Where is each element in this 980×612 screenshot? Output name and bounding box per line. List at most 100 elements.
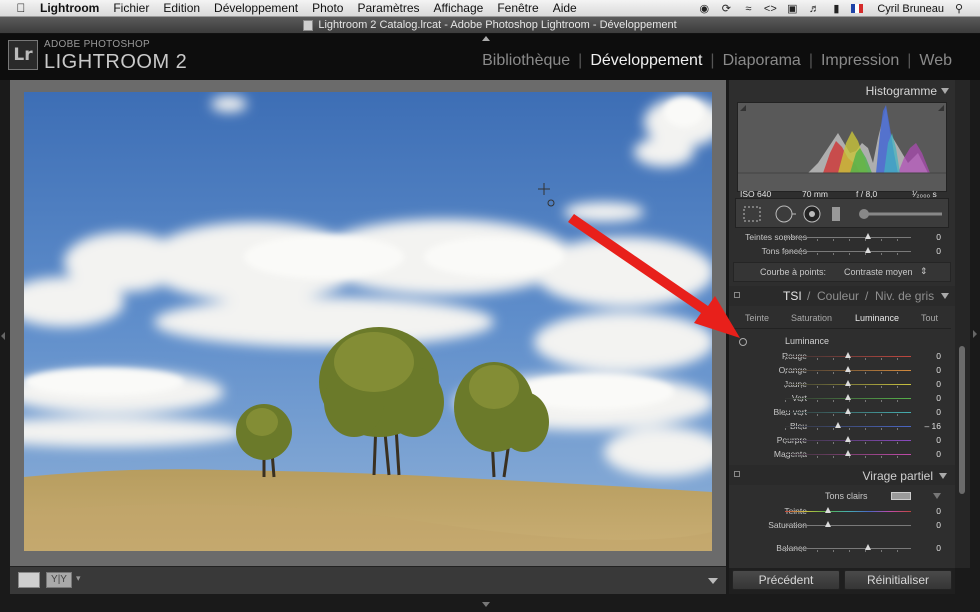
- slider-value[interactable]: 0: [911, 246, 941, 256]
- slider-value[interactable]: 0: [911, 435, 941, 445]
- menu-affichage[interactable]: Affichage: [434, 1, 484, 15]
- adjustment-brush-icon[interactable]: [859, 209, 942, 219]
- slider-knob[interactable]: [834, 422, 841, 428]
- reset-button[interactable]: Réinitialiser: [844, 570, 952, 590]
- before-after-dropdown-icon[interactable]: ▾: [76, 573, 81, 584]
- menu-photo[interactable]: Photo: [312, 1, 343, 15]
- histogram-header[interactable]: Histogramme: [729, 82, 955, 100]
- module-diaporama[interactable]: Diaporama: [715, 52, 809, 70]
- slider-knob[interactable]: [865, 247, 871, 253]
- slider-value[interactable]: 0: [911, 351, 941, 361]
- menu-fichier[interactable]: Fichier: [113, 1, 149, 15]
- slider-track[interactable]: [785, 426, 911, 427]
- menu-aide[interactable]: Aide: [553, 1, 577, 15]
- dropdown-arrows-icon[interactable]: ⇕: [920, 266, 928, 277]
- slider-track[interactable]: [785, 511, 911, 512]
- slider-teintes-sombres[interactable]: Teintes sombres 0: [729, 230, 955, 244]
- apple-icon[interactable]: : [14, 1, 28, 15]
- top-panel-toggle-icon[interactable]: [482, 36, 490, 41]
- module-bibliotheque[interactable]: Bibliothèque: [474, 52, 578, 70]
- luminance-slider-row[interactable]: Pourpre0: [729, 433, 955, 447]
- panel-toggle-icon[interactable]: [734, 471, 740, 477]
- slider-knob[interactable]: [845, 450, 851, 456]
- slider-knob[interactable]: [865, 233, 871, 239]
- menu-edition[interactable]: Edition: [163, 1, 200, 15]
- slider-value[interactable]: 0: [911, 379, 941, 389]
- slider-value[interactable]: 0: [911, 506, 941, 516]
- loupe-view-button[interactable]: [18, 572, 40, 588]
- slider-knob[interactable]: [845, 436, 851, 442]
- before-after-button[interactable]: Y|Y: [46, 572, 72, 588]
- spotlight-icon[interactable]: ⚲: [952, 3, 966, 15]
- menu-fenetre[interactable]: Fenêtre: [497, 1, 538, 15]
- slider-value[interactable]: 0: [911, 449, 941, 459]
- slider-knob[interactable]: [825, 507, 831, 513]
- slider-track[interactable]: [785, 525, 911, 526]
- filmstrip-toggle-icon[interactable]: [482, 602, 490, 607]
- split-toning-header[interactable]: Virage partiel: [729, 465, 955, 485]
- photo-preview[interactable]: [24, 92, 712, 551]
- scrollbar-thumb[interactable]: [959, 346, 965, 494]
- slider-value[interactable]: 0: [911, 393, 941, 403]
- slider-knob[interactable]: [845, 380, 851, 386]
- slider-value[interactable]: 0: [911, 543, 941, 553]
- slider-track[interactable]: [785, 251, 911, 252]
- luminance-slider-row[interactable]: Magenta0: [729, 447, 955, 461]
- slider-track[interactable]: [785, 237, 911, 238]
- slider-value[interactable]: 0: [911, 520, 941, 530]
- battery-icon[interactable]: ▮: [829, 3, 843, 15]
- code-icon[interactable]: <>: [763, 3, 777, 15]
- slider-knob[interactable]: [845, 408, 851, 414]
- subtab-saturation[interactable]: Saturation: [791, 313, 832, 323]
- luminance-slider-row[interactable]: Orange0: [729, 363, 955, 377]
- slider-split-saturation[interactable]: Saturation 0: [729, 518, 955, 532]
- luminance-slider-row[interactable]: Vert0: [729, 391, 955, 405]
- left-panel-toggle-icon[interactable]: [1, 332, 5, 340]
- slider-split-teinte[interactable]: Teinte 0: [729, 504, 955, 518]
- slider-value[interactable]: 0: [911, 365, 941, 375]
- camera-icon[interactable]: ◉: [697, 3, 711, 15]
- tab-tsi[interactable]: TSI: [783, 289, 802, 303]
- slider-tons-fonces[interactable]: Tons foncés 0: [729, 244, 955, 258]
- tab-couleur[interactable]: Couleur: [817, 289, 859, 303]
- subtab-tout[interactable]: Tout: [921, 313, 938, 323]
- collapse-icon[interactable]: [939, 473, 947, 479]
- right-panel-scrollbar[interactable]: [955, 80, 970, 568]
- slider-balance[interactable]: Balance 0: [729, 541, 955, 555]
- volume-icon[interactable]: ♬: [807, 3, 821, 15]
- highlights-color-swatch[interactable]: [891, 492, 911, 500]
- slider-value[interactable]: 0: [911, 407, 941, 417]
- panel-toggle-icon[interactable]: [734, 292, 740, 298]
- slider-knob[interactable]: [825, 521, 831, 527]
- histogram[interactable]: ISO 640 70 mm f / 8,0 ¹⁄₂₀₀₀ s: [737, 102, 947, 199]
- graduated-filter-icon[interactable]: [832, 207, 840, 221]
- wifi-icon[interactable]: ≈: [741, 3, 755, 15]
- luminance-slider-row[interactable]: Bleu vert0: [729, 405, 955, 419]
- menu-lightroom[interactable]: Lightroom: [40, 1, 99, 15]
- module-web[interactable]: Web: [911, 52, 960, 70]
- menu-parametres[interactable]: Paramètres: [357, 1, 419, 15]
- flag-icon[interactable]: [851, 4, 864, 13]
- subtab-teinte[interactable]: Teinte: [745, 313, 769, 323]
- user-name[interactable]: Cyril Bruneau: [877, 3, 944, 15]
- right-panel-toggle-icon[interactable]: [973, 330, 977, 338]
- slider-knob[interactable]: [865, 544, 871, 550]
- red-eye-icon[interactable]: [803, 205, 821, 223]
- luminance-slider-row[interactable]: Rouge0: [729, 349, 955, 363]
- subtab-luminance[interactable]: Luminance: [855, 313, 899, 323]
- slider-knob[interactable]: [845, 366, 851, 372]
- module-developpement[interactable]: Développement: [582, 52, 710, 70]
- tab-niv-de-gris[interactable]: Niv. de gris: [875, 289, 934, 303]
- slider-track[interactable]: [785, 548, 911, 549]
- target-adjustment-icon[interactable]: [739, 338, 747, 346]
- collapse-icon[interactable]: [933, 493, 941, 499]
- collapse-icon[interactable]: [941, 88, 949, 94]
- module-impression[interactable]: Impression: [813, 52, 907, 70]
- luminance-slider-row[interactable]: Jaune0: [729, 377, 955, 391]
- crop-tool-icon[interactable]: [743, 206, 761, 222]
- point-curve-value[interactable]: Contraste moyen: [844, 267, 913, 277]
- menu-developpement[interactable]: Développement: [214, 1, 298, 15]
- slider-value[interactable]: 0: [911, 232, 941, 242]
- display-icon[interactable]: ▣: [785, 3, 799, 15]
- spot-removal-icon[interactable]: [775, 205, 796, 223]
